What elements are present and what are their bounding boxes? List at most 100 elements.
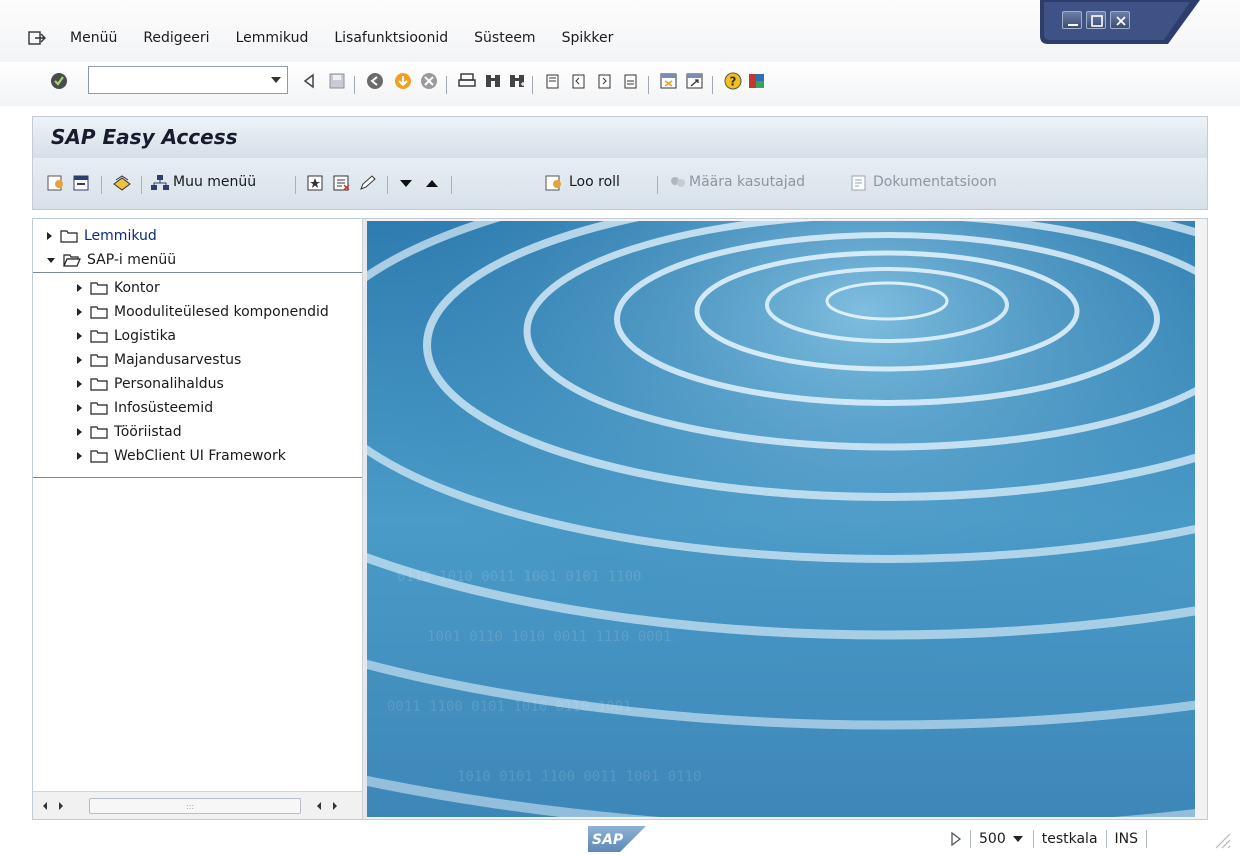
find-button[interactable]	[482, 70, 504, 92]
first-page-icon	[546, 74, 559, 89]
tree-node-accounting[interactable]: Majandusarvestus	[77, 349, 241, 371]
expand-icon[interactable]	[77, 428, 82, 436]
menu-item-help[interactable]: Spikker	[562, 30, 614, 46]
status-expand-icon[interactable]	[950, 832, 962, 846]
tree-node-logistics[interactable]: Logistika	[77, 325, 176, 347]
create-role-button[interactable]: Loo roll	[569, 174, 620, 190]
menu-bar: Menüü Redigeeri Lemmikud Lisafunktsiooni…	[0, 0, 1240, 62]
help-button[interactable]: ?	[722, 70, 744, 92]
menu-items: Menüü Redigeeri Lemmikud Lisafunktsiooni…	[70, 30, 639, 46]
window-controls	[1040, 0, 1200, 46]
resize-grip-icon[interactable]	[1212, 830, 1232, 850]
other-menu-icon	[151, 175, 169, 190]
scrollbar-track[interactable]: :::	[89, 798, 301, 814]
background-picture: 0110 1010 0011 1001 0101 1100 1001 0110 …	[367, 221, 1195, 817]
horizontal-scrollbar[interactable]: :::	[33, 791, 362, 819]
close-window-button[interactable]	[1110, 11, 1130, 29]
other-menu-button[interactable]: Muu menüü	[173, 174, 256, 190]
tree-label-sap-menu[interactable]: SAP-i menüü	[87, 252, 176, 268]
menu-item-edit[interactable]: Redigeeri	[143, 30, 209, 46]
tree-node-info-systems[interactable]: Infosüsteemid	[77, 397, 213, 419]
first-page-button[interactable]	[542, 70, 564, 92]
minimize-button[interactable]	[1062, 11, 1082, 29]
client-number: 500	[979, 831, 1006, 847]
minimize-icon	[1068, 24, 1078, 26]
previous-page-button[interactable]	[568, 70, 590, 92]
expand-icon[interactable]	[77, 332, 82, 340]
tree-label[interactable]: Majandusarvestus	[114, 352, 241, 368]
expand-icon[interactable]	[77, 356, 82, 364]
menu-user-button[interactable]	[45, 172, 67, 194]
tree-label[interactable]: Infosüsteemid	[114, 400, 213, 416]
move-up-button[interactable]	[421, 172, 443, 194]
create-shortcut-button[interactable]	[684, 70, 706, 92]
tree-node-webclient[interactable]: WebClient UI Framework	[77, 445, 286, 467]
collapse-icon[interactable]	[47, 257, 55, 263]
expand-icon[interactable]	[47, 232, 52, 240]
menu-item-extras[interactable]: Lisafunktsioonid	[334, 30, 448, 46]
next-page-button[interactable]	[594, 70, 616, 92]
status-dropdown-icon[interactable]	[1011, 834, 1025, 844]
sap-menu-button[interactable]	[71, 172, 93, 194]
enter-button[interactable]	[48, 70, 70, 92]
scroll-left-right-icon[interactable]	[41, 800, 71, 812]
command-dropdown-icon[interactable]	[271, 77, 281, 83]
last-page-button[interactable]	[620, 70, 642, 92]
folder-icon	[90, 282, 108, 295]
tree-node-office[interactable]: Kontor	[77, 277, 160, 299]
arrow-up-icon	[426, 180, 438, 187]
main-content: Lemmikud SAP-i menüü Kontor Mooduliteüle…	[32, 218, 1208, 820]
print-button[interactable]	[456, 70, 478, 92]
svg-text:0110 1010 0011 1001 0101 1100: 0110 1010 0011 1001 0101 1100	[397, 569, 641, 585]
tree-node-sap-menu[interactable]: SAP-i menüü	[47, 249, 176, 271]
tree-node-tools[interactable]: Tööriistad	[77, 421, 182, 443]
expand-icon[interactable]	[77, 404, 82, 412]
documentation-icon-wrap	[849, 172, 871, 194]
tree-node-cross-application[interactable]: Mooduliteülesed komponendid	[77, 301, 329, 323]
assign-users-button: Määra kasutajad	[689, 174, 806, 190]
tree-label[interactable]: WebClient UI Framework	[114, 448, 286, 464]
command-input[interactable]	[89, 67, 259, 93]
expand-icon[interactable]	[77, 380, 82, 388]
menu-item-menu[interactable]: Menüü	[70, 30, 117, 46]
tree-node-favorites[interactable]: Lemmikud	[47, 225, 157, 247]
back-button[interactable]	[364, 70, 386, 92]
maximize-button[interactable]	[1086, 11, 1106, 29]
documentation-button: Dokumentatsioon	[873, 174, 997, 190]
close-icon	[1116, 16, 1126, 26]
arrow-down-icon	[400, 180, 412, 187]
expand-icon[interactable]	[77, 452, 82, 460]
create-role-icon-wrap[interactable]	[543, 172, 565, 194]
command-field[interactable]	[88, 66, 288, 94]
move-down-button[interactable]	[395, 172, 417, 194]
expand-icon[interactable]	[77, 308, 82, 316]
tree-label[interactable]: Kontor	[114, 280, 160, 296]
back-arrow-button[interactable]	[298, 70, 320, 92]
folder-icon	[90, 378, 108, 391]
find-next-button[interactable]	[506, 70, 528, 92]
menu-item-favorites[interactable]: Lemmikud	[236, 30, 309, 46]
scroll-left-right-icon[interactable]	[315, 800, 345, 812]
tree-label[interactable]: Mooduliteülesed komponendid	[114, 304, 329, 320]
add-to-favorites-button[interactable]	[305, 172, 327, 194]
binoculars-plus-icon	[510, 75, 525, 87]
delete-favorite-button[interactable]	[331, 172, 353, 194]
previous-page-icon	[572, 74, 585, 89]
tree-node-human-resources[interactable]: Personalihaldus	[77, 373, 224, 395]
tree-label[interactable]: Tööriistad	[114, 424, 182, 440]
menu-item-system[interactable]: Süsteem	[474, 30, 535, 46]
cancel-button[interactable]	[418, 70, 440, 92]
new-session-button[interactable]	[658, 70, 680, 92]
business-workplace-button[interactable]	[111, 172, 133, 194]
change-favorite-button[interactable]	[357, 172, 379, 194]
insert-mode[interactable]: INS	[1115, 831, 1139, 847]
tree-label[interactable]: Personalihaldus	[114, 376, 224, 392]
tree-label[interactable]: Logistika	[114, 328, 176, 344]
customize-layout-button[interactable]	[746, 70, 768, 92]
tree-label-favorites[interactable]: Lemmikud	[84, 228, 157, 244]
exit-button[interactable]	[392, 70, 414, 92]
other-menu-icon-wrap[interactable]	[149, 172, 171, 194]
save-button[interactable]	[326, 70, 348, 92]
menu-exit-icon[interactable]	[28, 30, 46, 46]
expand-icon[interactable]	[77, 284, 82, 292]
